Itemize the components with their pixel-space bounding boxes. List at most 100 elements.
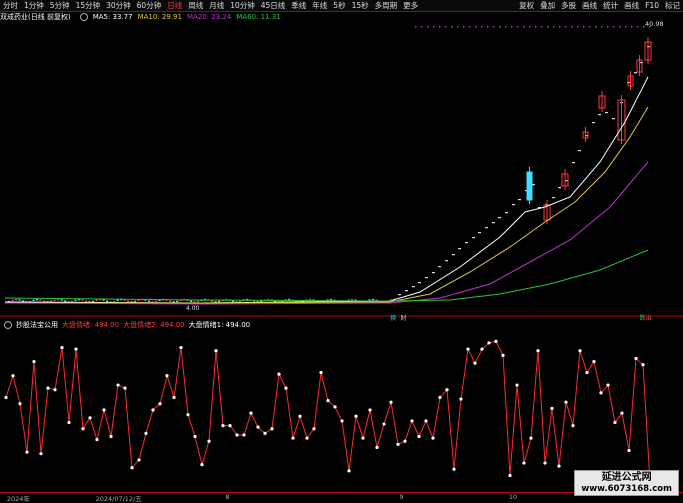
candle (452, 254, 455, 256)
tool-button-6[interactable]: F10 (642, 0, 662, 11)
candle (155, 300, 158, 303)
candle (572, 162, 575, 164)
candle (232, 300, 235, 303)
candle (412, 286, 415, 288)
indicator-point (431, 436, 435, 440)
watermark-url: www.6073168.com (581, 484, 672, 494)
period-tab-4[interactable]: 30分钟 (103, 0, 134, 11)
indicator-point (130, 466, 134, 470)
indicator-name[interactable]: 抄股法宝公用 (16, 320, 58, 330)
indicator-point (179, 346, 183, 350)
candle (405, 290, 408, 292)
indicator-point (207, 439, 211, 443)
indicator-point (333, 405, 337, 409)
top-dot (427, 26, 429, 28)
candle (398, 294, 401, 296)
period-tab-9[interactable]: 10分钟 (227, 0, 258, 11)
period-tab-11[interactable]: 季线 (288, 0, 309, 11)
top-dot (613, 26, 615, 28)
indicator-point (221, 424, 225, 428)
candle (438, 266, 441, 268)
indicator-point (410, 419, 414, 423)
indicator-value-3: 大盘情绪1: 494.00 (188, 321, 251, 329)
top-dot (451, 26, 453, 28)
tool-button-3[interactable]: 画线 (579, 0, 600, 11)
ma5-value: MA5: 33.77 (92, 13, 133, 21)
indicator-point (389, 400, 393, 404)
stock-info-bar: 双成药业(日线 前复权) MA5: 33.77 MA10: 29.91 MA20… (0, 12, 286, 22)
indicator-point (627, 448, 631, 453)
period-tab-6[interactable]: 日线 (164, 0, 185, 11)
top-dot (631, 26, 633, 28)
tool-button-4[interactable]: 统计 (600, 0, 621, 11)
period-tab-16[interactable]: 更多 (400, 0, 421, 11)
period-tab-7[interactable]: 周线 (185, 0, 206, 11)
indicator-chart[interactable] (0, 330, 683, 492)
indicator-point (291, 436, 295, 440)
period-tab-5[interactable]: 60分钟 (134, 0, 165, 11)
top-dot (487, 26, 489, 28)
tool-button-0[interactable]: 复权 (516, 0, 537, 11)
indicator-point (417, 434, 421, 439)
period-tab-10[interactable]: 45日线 (258, 0, 289, 11)
indicator-point (263, 431, 267, 435)
indicator-point (571, 424, 575, 428)
indicator-point (459, 397, 463, 401)
indicator-point (249, 411, 253, 415)
period-tab-1[interactable]: 1分钟 (21, 0, 47, 11)
indicator-point (228, 424, 232, 428)
indicator-point (438, 395, 442, 400)
indicator-point (354, 414, 358, 418)
top-dot (553, 26, 555, 28)
period-tab-14[interactable]: 15秒 (349, 0, 372, 11)
period-tab-15[interactable]: 多周期 (372, 0, 401, 11)
candle (458, 248, 461, 250)
candle-body (526, 171, 533, 201)
candle (372, 298, 375, 301)
price-high-label: 40.98 (645, 20, 664, 28)
period-tabs: 分时 1分钟 5分钟 15分钟 30分钟 60分钟 日线 周线 月线 10分钟 45日线 季线 年线 5秒… (0, 0, 516, 11)
indicator-value-1: 大盘情绪: 494.00 (62, 321, 120, 329)
period-tab-2[interactable]: 5分钟 (47, 0, 73, 11)
indicator-point (613, 420, 617, 425)
indicator-point (522, 461, 526, 465)
period-tab-3[interactable]: 15分钟 (73, 0, 104, 11)
indicator-point (74, 347, 78, 351)
top-dot (517, 26, 519, 28)
top-dot (523, 26, 525, 28)
indicator-point (4, 395, 8, 400)
candlestick-chart[interactable] (0, 22, 683, 317)
candle (74, 299, 77, 302)
candle (578, 150, 581, 152)
candle (478, 232, 481, 234)
indicator-point (193, 434, 197, 439)
indicator-point (305, 436, 309, 440)
candle (36, 298, 39, 301)
indicator-value-2: 大盘情绪2: 494.00 (123, 321, 185, 329)
top-dot (595, 26, 597, 28)
indicator-point (151, 408, 155, 412)
period-tab-12[interactable]: 年线 (309, 0, 330, 11)
indicator-point (375, 445, 379, 450)
indicator-point (214, 349, 218, 353)
tool-button-1[interactable]: 叠加 (537, 0, 558, 11)
candle (190, 300, 193, 303)
indicator-point (319, 370, 323, 375)
candle (330, 298, 333, 301)
candle (81, 299, 84, 301)
indicator-point (53, 388, 57, 392)
top-dot (493, 26, 495, 28)
settings-gear-icon[interactable] (79, 13, 88, 21)
indicator-point (585, 370, 589, 375)
indicator-point (298, 414, 302, 418)
tool-button-7[interactable]: 标记 (662, 0, 683, 11)
indicator-gear-icon[interactable] (4, 321, 12, 329)
tool-button-5[interactable]: 画线 (621, 0, 642, 11)
tool-button-2[interactable]: 多股 (558, 0, 579, 11)
period-tab-8[interactable]: 月线 (206, 0, 227, 11)
stock-name[interactable]: 双成药业(日线 前复权) (0, 12, 71, 22)
period-tab-13[interactable]: 5秒 (330, 0, 348, 11)
period-tab-0[interactable]: 分时 (0, 0, 21, 11)
indicator-point (256, 425, 260, 429)
indicator-point (599, 391, 603, 395)
